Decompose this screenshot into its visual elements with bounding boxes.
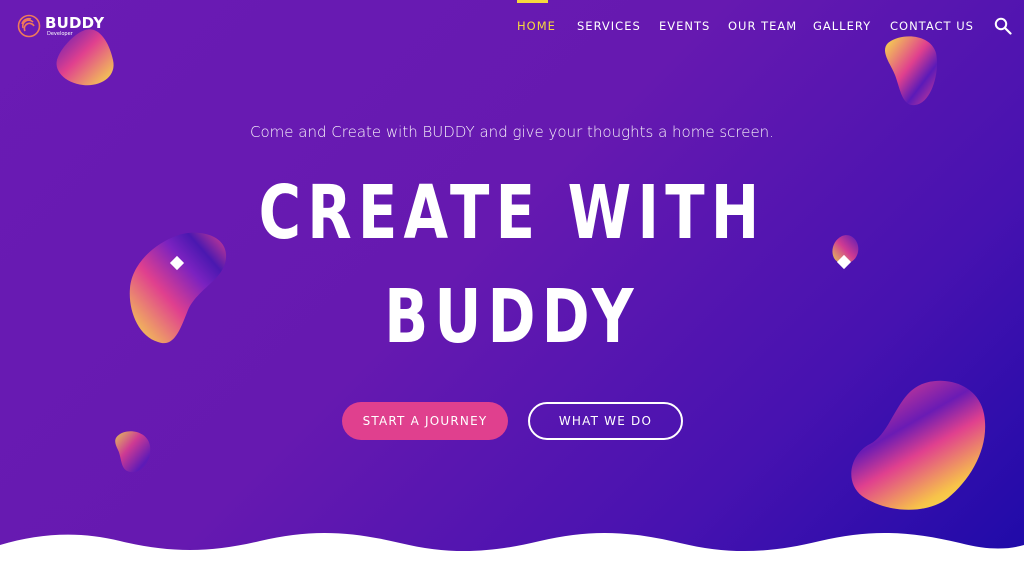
diamond-left — [169, 255, 185, 271]
active-nav-indicator — [517, 0, 548, 3]
nav-item-home[interactable]: HOME — [517, 19, 556, 33]
hero-headline-line2: BUDDY — [384, 274, 640, 360]
blob-top-right — [885, 36, 938, 106]
main-nav: HOME SERVICES EVENTS OUR TEAM GALLERY CO… — [0, 19, 1024, 35]
diamond-right — [836, 254, 852, 270]
wave-divider — [0, 532, 1024, 583]
search-icon[interactable] — [994, 17, 1012, 35]
hero-section: BUDDY Developer HOME SERVICES EVENTS OUR… — [0, 0, 1024, 583]
nav-item-events[interactable]: EVENTS — [659, 19, 710, 33]
blob-bottom-left — [115, 431, 151, 473]
nav-item-services[interactable]: SERVICES — [577, 19, 641, 33]
nav-item-contact-us[interactable]: CONTACT US — [890, 19, 974, 33]
nav-item-our-team[interactable]: OUR TEAM — [728, 19, 797, 33]
hero-tagline: Come and Create with BUDDY and give your… — [250, 123, 774, 141]
what-we-do-button[interactable]: WHAT WE DO — [528, 402, 683, 440]
blob-bottom-right — [851, 380, 986, 510]
hero-headline-line1: CREATE WITH — [258, 170, 766, 256]
nav-item-gallery[interactable]: GALLERY — [813, 19, 871, 33]
start-journey-button[interactable]: START A JOURNEY — [342, 402, 508, 440]
